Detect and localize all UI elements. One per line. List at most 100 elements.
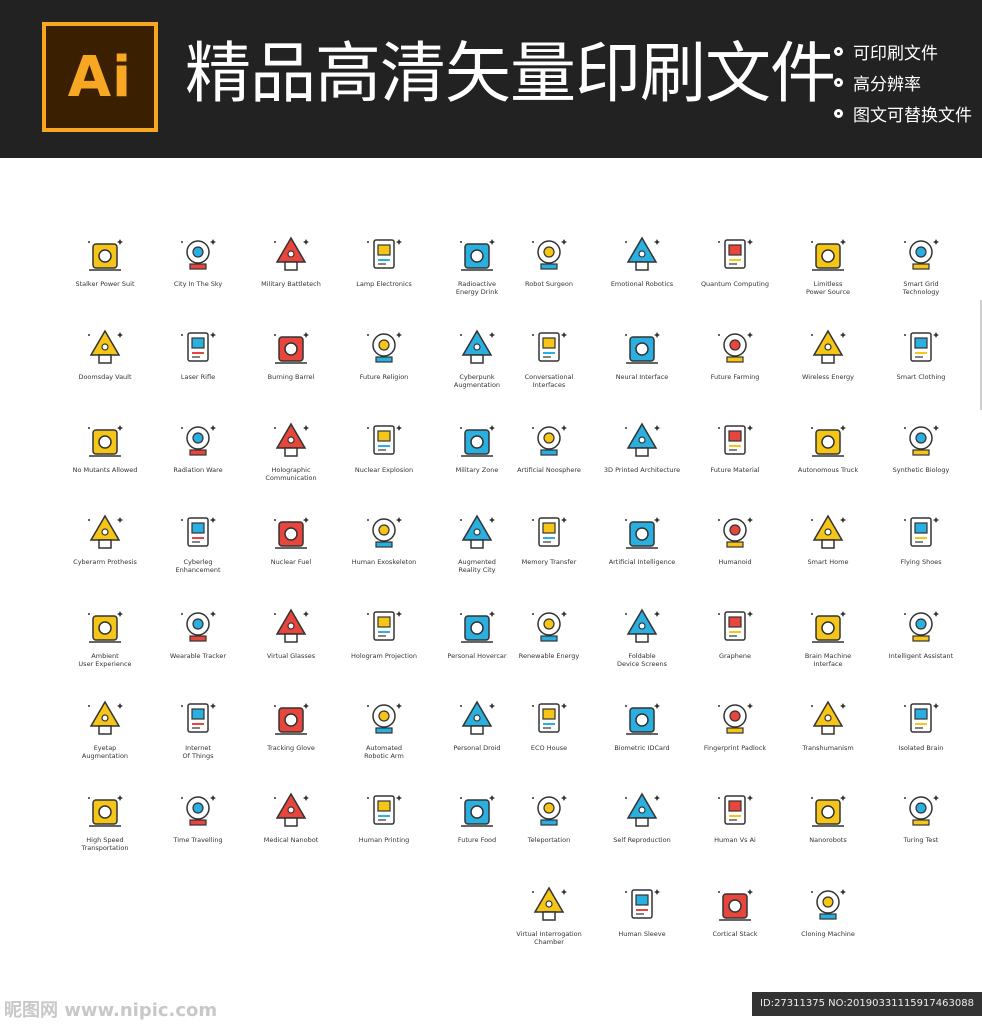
icon-tile: Doomsday Vault [60,325,150,381]
feature-item: 高分辨率 [834,67,982,98]
icon-label: Synthetic Biology [892,466,950,474]
icon-label: Graphene [718,652,752,660]
exoskeleton-icon [367,517,402,548]
radiation-hand-icon [181,425,216,456]
brain-monitor-icon [811,611,846,643]
hologram-globe-icon [274,422,309,457]
icon-label: Emotional Robotics [610,280,674,288]
icon-label: Ambient User Experience [78,652,132,668]
icon-tile: Human Vs Ai [690,788,780,844]
icon-tile: Radiation Ware [153,418,243,474]
user-cycle-icon [88,611,123,643]
icon-tile: Autonomous Truck [783,418,873,474]
teleport-booth-icon [532,795,567,826]
icon-label: Fingerprint Padlock [703,744,767,752]
icon-tile: Ambient User Experience [60,604,150,668]
icon-tile: Stalker Power Suit [60,232,150,288]
nanobot-icon [274,792,309,827]
icon-label: Conversational Interfaces [524,373,574,389]
icon-label: Turing Test [903,836,939,844]
icon-tile: Internet Of Things [153,696,243,760]
icon-label: ECO House [530,744,568,752]
icon-tile: Future Material [690,418,780,474]
icon-tile: Emotional Robotics [597,232,687,288]
warning-sign-icon [88,425,123,457]
icon-label: Future Religion [359,373,409,381]
icon-tile: Isolated Brain [876,696,966,752]
icon-label: Cloning Machine [801,930,855,938]
icon-tile: Cloning Machine [783,882,873,938]
icon-label: Smart Clothing [896,373,946,381]
icon-tile: Time Travelling [153,788,243,844]
icon-tile: Tracking Glove [246,696,336,752]
bullet-icon [834,47,843,56]
icon-tile: Cyberarm Prothesis [60,510,150,566]
sky-city-icon [181,239,216,270]
icon-tile: Lamp Electronics [339,232,429,288]
power-suit-icon [88,239,123,271]
vr-glasses-icon [274,608,309,643]
icon-label: Medical Nanobot [263,836,319,844]
page-title: 精品高清矢量印刷文件 [185,35,836,112]
icon-tile: Fingerprint Padlock [690,696,780,752]
icon-tile: Teleportation [504,788,594,844]
icon-label: Self Reproduction [613,836,671,844]
icon-tile: Memory Transfer [504,510,594,566]
icon-tile: Nuclear Explosion [339,418,429,474]
icon-label: Cyberarm Prothesis [73,558,137,566]
cyber-leg-icon [181,517,216,547]
icon-tile: Conversational Interfaces [504,325,594,389]
icon-label: Future Material [710,466,760,474]
icon-label: Lamp Electronics [356,280,412,288]
icon-label: Human Exoskeleton [351,558,417,566]
humanoid-icon [718,517,753,548]
icon-tile: Quantum Computing [690,232,780,288]
cyber-head-icon [460,329,495,364]
icon-tile: Medical Nanobot [246,788,336,844]
bullet-icon [834,109,843,118]
icon-tile: Human Exoskeleton [339,510,429,566]
robot-arm-icon [532,239,567,270]
icon-tile: Artificial Intelligence [597,510,687,566]
feature-list: 可印刷文件 高分辨率 图文可替换文件 [834,36,982,129]
icon-tile: Nuclear Fuel [246,510,336,566]
icon-label: Doomsday Vault [78,373,132,381]
brain-jar-icon [904,703,939,733]
icon-label: Military Battletech [261,280,321,288]
icon-label: Cortical Stack [712,930,758,938]
energy-bulb-icon [532,611,567,642]
icon-tile: Smart Clothing [876,325,966,381]
icon-label: Biometric IDCard [614,744,670,752]
icon-label: Future Farming [710,373,760,381]
rifle-icon [181,332,216,362]
icon-tile: Brain Machine Interface [783,604,873,668]
icon-label: Nanorobots [809,836,847,844]
sleeve-pod-icon [625,889,660,919]
icon-tile: Graphene [690,604,780,660]
cortical-stack-icon [718,889,753,921]
flying-shoe-icon [904,517,939,547]
icon-label: 3D Printed Architecture [603,466,681,474]
power-source-icon [811,239,846,271]
battle-robot-icon [274,236,309,271]
print-head-icon [367,795,402,825]
icon-label: Artificial Intelligence [608,558,676,566]
truck-icon [811,425,846,457]
military-badge-icon [460,425,495,457]
icon-label: Wearable Tracker [169,652,227,660]
icon-tile: Robot Surgeon [504,232,594,288]
icon-tile: Holographic Communication [246,418,336,482]
brain-head-icon [625,332,660,364]
icon-tile: High Speed Transportation [60,788,150,852]
fuel-can-icon [274,517,309,549]
icon-label: Burning Barrel [267,373,315,381]
icon-tile: Wireless Energy [783,325,873,381]
header-banner: Ai 精品高清矢量印刷文件 可印刷文件 高分辨率 图文可替换文件 [0,0,982,158]
icon-label: Eyetap Augmentation [81,744,129,760]
icon-tile: 3D Printed Architecture [597,418,687,474]
lamp-icon [367,239,402,269]
assistant-robot-icon [904,611,939,642]
grid-icon [904,239,939,270]
icon-tile: Renewable Energy [504,604,594,660]
hexagon-icon [718,611,753,641]
